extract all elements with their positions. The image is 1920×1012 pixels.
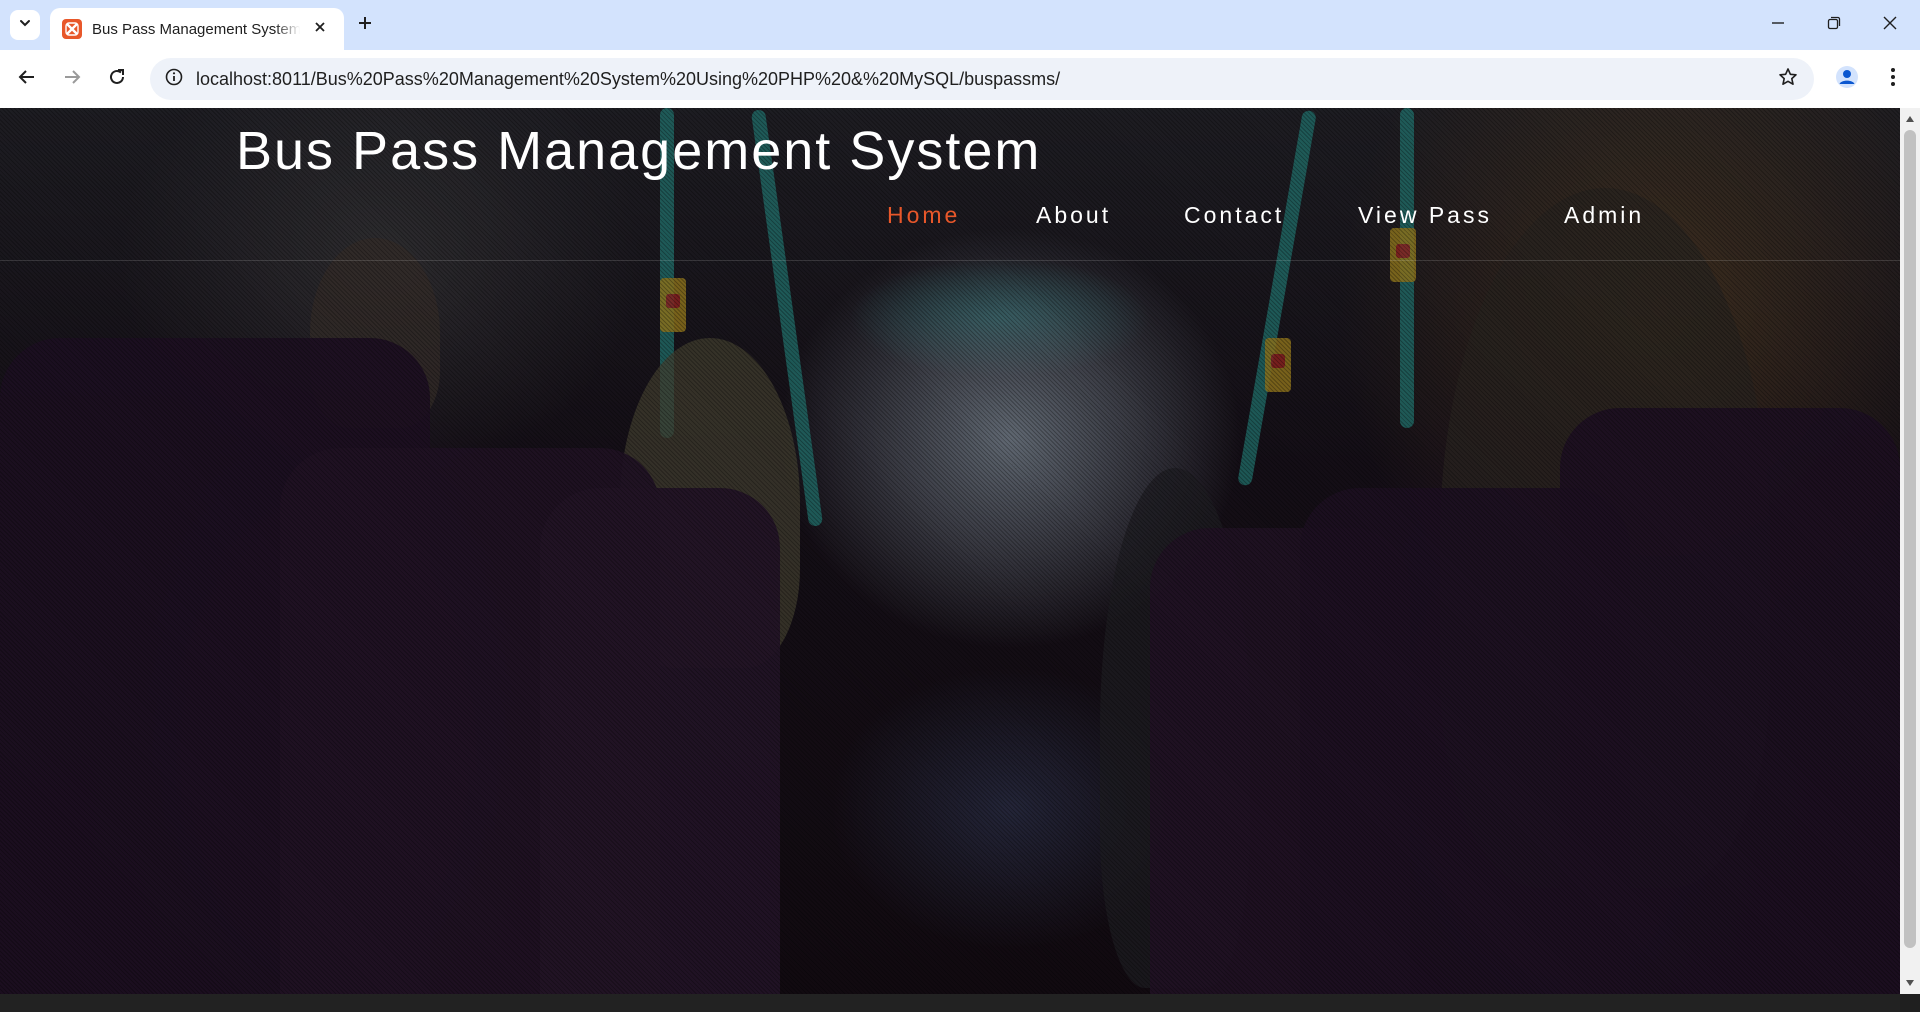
chevron-down-icon [18,16,32,35]
triangle-up-icon [1905,110,1915,128]
close-icon [1883,16,1897,35]
close-icon [314,20,326,38]
site-title[interactable]: Bus Pass Management System [236,120,1041,182]
new-tab-button[interactable] [350,10,380,40]
triangle-down-icon [1905,974,1915,992]
browser-tab-active[interactable]: Bus Pass Management System | Home Page [50,8,344,50]
info-icon [165,68,183,91]
tab-close-button[interactable] [308,17,332,41]
scroll-down-button[interactable] [1900,974,1920,992]
close-window-button[interactable] [1862,0,1918,50]
forward-button[interactable] [54,61,90,97]
scrollbar-thumb[interactable] [1904,130,1916,948]
nav-about[interactable]: About [1036,202,1111,229]
restore-icon [1827,16,1841,35]
reload-icon [108,68,126,91]
back-button[interactable] [9,61,45,97]
browser-tab-strip: Bus Pass Management System | Home Page [0,0,1920,50]
bookmark-button[interactable] [1772,63,1804,95]
kebab-menu-icon [1890,67,1896,92]
browser-toolbar: localhost:8011/Bus%20Pass%20Management%2… [0,50,1920,108]
page-bottom-edge [0,994,1900,1012]
minimize-button[interactable] [1750,0,1806,50]
address-bar[interactable]: localhost:8011/Bus%20Pass%20Management%2… [150,58,1814,100]
nav-admin[interactable]: Admin [1564,202,1644,229]
reload-button[interactable] [99,61,135,97]
person-icon [1835,65,1859,94]
profile-button[interactable] [1830,62,1864,96]
browser-menu-button[interactable] [1876,62,1910,96]
minimize-icon [1771,16,1785,35]
scroll-up-button[interactable] [1900,110,1920,128]
xampp-icon [62,19,82,39]
restore-button[interactable] [1806,0,1862,50]
arrow-right-icon [63,68,81,91]
plus-icon [357,15,373,36]
arrow-left-icon [18,68,36,91]
vertical-scrollbar[interactable] [1900,108,1920,994]
nav-contact[interactable]: Contact [1184,202,1284,229]
tab-search-button[interactable] [10,10,40,40]
url-text: localhost:8011/Bus%20Pass%20Management%2… [196,69,1061,89]
main-nav: Home About Contact View Pass Admin [0,202,1900,232]
nav-view-pass[interactable]: View Pass [1358,202,1492,229]
star-icon [1778,67,1798,92]
nav-home[interactable]: Home [887,202,960,229]
site-header: Bus Pass Management System Home About Co… [0,108,1900,261]
page-viewport: Bus Pass Management System Home About Co… [0,108,1900,994]
site-info-button[interactable] [158,63,190,95]
tab-title: Bus Pass Management System | Home Page [92,20,300,38]
